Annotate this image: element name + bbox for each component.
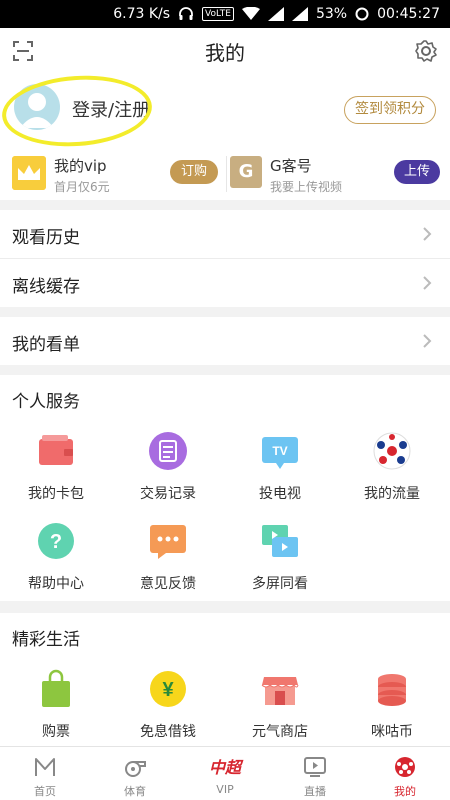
section-title: 个人服务 <box>12 392 80 412</box>
life-section: 精彩生活 购票 ¥ 免息借钱 元气商店 咪咕币 <box>0 613 450 746</box>
interest-free-loan-item[interactable]: ¥ 免息借钱 <box>112 669 224 749</box>
volte-badge: VoLTE <box>202 7 234 21</box>
battery-percent: 53% <box>315 6 348 22</box>
watch-history-label: 观看历史 <box>12 228 80 248</box>
chevron-right-icon <box>423 227 432 241</box>
receipt-icon <box>149 432 187 470</box>
upload-button[interactable]: 上传 <box>394 160 440 184</box>
csl-glyph: 中超 <box>209 758 244 777</box>
live-tv-icon <box>304 757 326 777</box>
soccer-ball-icon <box>373 432 411 470</box>
scan-icon[interactable] <box>12 40 34 62</box>
g-account-subtitle: 我要上传视频 <box>270 180 343 194</box>
subscribe-button[interactable]: 订购 <box>170 160 218 184</box>
nav-label: 我的 <box>394 785 416 798</box>
vip-title: 我的vip <box>54 157 107 175</box>
multi-screen-item[interactable]: 多屏同看 <box>224 521 336 601</box>
nav-label: 体育 <box>124 785 146 798</box>
gear-icon[interactable] <box>414 39 438 63</box>
bottom-nav: 首页 体育 中超 VIP 直播 我的 <box>0 746 450 800</box>
help-center-item[interactable]: ? 帮助中心 <box>0 521 112 601</box>
nav-sports[interactable]: 体育 <box>90 747 180 800</box>
chevron-right-icon <box>423 276 432 290</box>
personal-services-section: 个人服务 我的卡包 交易记录 TV 投电视 我的流量 ? 帮助中心 意见反馈 多… <box>0 375 450 601</box>
grid-item-label: 免息借钱 <box>140 724 196 740</box>
nav-vip[interactable]: 中超 VIP <box>180 747 270 800</box>
feedback-icon <box>150 525 186 559</box>
nav-label: 直播 <box>304 785 326 798</box>
battery-icon <box>355 7 369 21</box>
chevron-right-icon <box>423 334 432 348</box>
grid-item-label: 元气商店 <box>252 724 308 740</box>
my-data-usage-item[interactable]: 我的流量 <box>336 431 448 511</box>
profile-ball-icon <box>395 757 415 777</box>
offline-cache-row[interactable]: 离线缓存 <box>0 259 450 307</box>
chinese-super-league-icon: 中超 <box>209 758 244 777</box>
crown-icon <box>12 156 46 190</box>
transaction-records-item[interactable]: 交易记录 <box>112 431 224 511</box>
yuan-coin-icon: ¥ <box>150 671 186 707</box>
nav-live[interactable]: 直播 <box>270 747 360 800</box>
grid-item-label: 咪咕币 <box>371 724 413 740</box>
grid-item-label: 投电视 <box>259 486 301 502</box>
svg-text:TV: TV <box>272 444 287 458</box>
feedback-item[interactable]: 意见反馈 <box>112 521 224 601</box>
signal-icon <box>267 7 284 21</box>
top-header: 我的 <box>0 28 450 74</box>
store-icon <box>261 677 299 705</box>
grid-item-label: 购票 <box>42 724 70 740</box>
vip-entry[interactable]: 我的vip 首月仅6元 订购 <box>12 152 224 196</box>
my-watchlist-label: 我的看单 <box>12 335 80 355</box>
nav-mine[interactable]: 我的 <box>360 747 450 800</box>
section-title: 精彩生活 <box>12 630 80 650</box>
network-speed: 6.73 K/s <box>113 6 171 22</box>
wifi-icon <box>241 7 260 20</box>
divider <box>226 156 227 192</box>
grid-item-label: 我的流量 <box>364 486 420 502</box>
svg-text:?: ? <box>50 531 62 553</box>
coin-stack-icon <box>378 674 406 706</box>
profile-card: 登录/注册 签到领积分 我的vip 首月仅6元 订购 G G客号 我要上传视频 … <box>0 70 450 200</box>
wallet-icon <box>39 435 73 465</box>
home-icon <box>35 758 55 776</box>
grid-item-label: 交易记录 <box>140 486 196 502</box>
whistle-icon <box>125 761 146 777</box>
signin-points-button[interactable]: 签到领积分 <box>344 96 436 124</box>
my-watchlist-row[interactable]: 我的看单 <box>0 317 450 365</box>
grid-item-label: 帮助中心 <box>28 576 84 592</box>
page-title: 我的 <box>205 40 245 65</box>
energy-store-item[interactable]: 元气商店 <box>224 669 336 749</box>
nav-label: VIP <box>216 783 234 796</box>
tv-cast-item[interactable]: TV 投电视 <box>224 431 336 511</box>
vip-subtitle: 首月仅6元 <box>54 180 110 194</box>
card-wallet-item[interactable]: 我的卡包 <box>0 431 112 511</box>
tickets-item[interactable]: 购票 <box>0 669 112 749</box>
nav-home[interactable]: 首页 <box>0 747 90 800</box>
help-icon: ? <box>38 523 74 559</box>
signal-icon-2 <box>291 7 308 21</box>
offline-cache-label: 离线缓存 <box>12 277 80 297</box>
multi-screen-icon <box>262 525 298 557</box>
g-account-entry[interactable]: G G客号 我要上传视频 上传 <box>230 152 440 196</box>
grid-item-label: 我的卡包 <box>28 486 84 502</box>
g-logo-icon: G <box>230 156 262 188</box>
clock: 00:45:27 <box>377 6 440 22</box>
grid-item-label: 意见反馈 <box>140 576 196 592</box>
status-bar: 6.73 K/s VoLTE 53% 00:45:27 <box>0 0 450 28</box>
nav-label: 首页 <box>34 785 56 798</box>
grid-item-label: 多屏同看 <box>252 576 308 592</box>
svg-text:¥: ¥ <box>162 679 174 701</box>
tv-cast-icon: TV <box>262 437 298 469</box>
watch-history-row[interactable]: 观看历史 <box>0 210 450 258</box>
highlight-circle-annotation <box>0 70 155 152</box>
shopping-bag-icon <box>42 669 70 707</box>
headphones-icon <box>179 7 193 20</box>
migu-coin-item[interactable]: 咪咕币 <box>336 669 448 749</box>
g-account-title: G客号 <box>270 157 312 175</box>
